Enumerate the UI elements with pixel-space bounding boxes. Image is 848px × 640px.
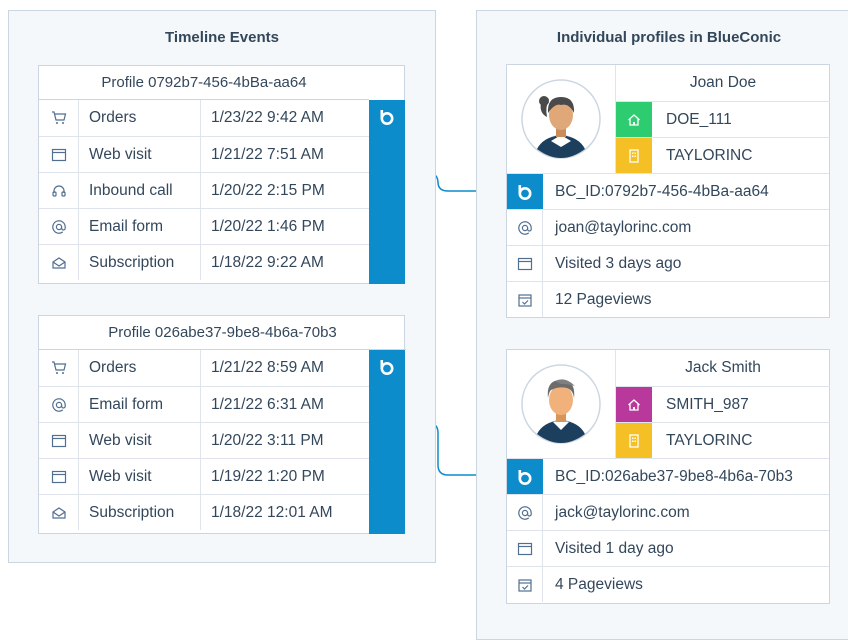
building-icon xyxy=(626,433,642,449)
event-time: 1/21/22 7:51 AM xyxy=(211,145,324,163)
event-time: 1/20/22 2:15 PM xyxy=(211,181,325,199)
individual-profile-card: Jack Smith SMITH_987 TAYLORINC BC_ID:026… xyxy=(506,349,830,604)
cart-icon xyxy=(51,360,67,376)
pageviews: 12 Pageviews xyxy=(555,290,652,308)
at-icon xyxy=(51,397,67,413)
home-icon xyxy=(626,112,642,128)
event-time: 1/20/22 1:46 PM xyxy=(211,217,325,235)
individual-profile-card: Joan Doe DOE_111 TAYLORINC BC_ID:0792b7-… xyxy=(506,64,830,318)
blueconic-logo-icon xyxy=(378,358,396,376)
event-label: Email form xyxy=(79,387,201,422)
email: jack@taylorinc.com xyxy=(555,503,690,521)
event-label: Web visit xyxy=(79,137,201,172)
headset-icon xyxy=(51,183,67,199)
bc-id: BC_ID:0792b7-456-4bBa-aa64 xyxy=(555,182,769,200)
event-row: Web visit 1/20/22 3:11 PM xyxy=(39,422,369,458)
event-row: Subscription 1/18/22 9:22 AM xyxy=(39,244,369,280)
event-label: Orders xyxy=(79,350,201,386)
event-label: Inbound call xyxy=(79,173,201,208)
profile-attribute: TAYLORINC xyxy=(616,422,830,459)
event-time: 1/20/22 3:11 PM xyxy=(211,431,324,449)
browser-icon xyxy=(51,433,67,449)
profile-row: joan@taylorinc.com xyxy=(507,209,829,245)
event-row: Subscription 1/18/22 12:01 AM xyxy=(39,494,369,530)
event-row: Email form 1/21/22 6:31 AM xyxy=(39,386,369,422)
profile-name: Joan Doe xyxy=(689,74,757,91)
profile-attribute: TAYLORINC xyxy=(616,137,830,174)
event-label: Email form xyxy=(79,209,201,244)
last-visit: Visited 3 days ago xyxy=(555,254,682,272)
at-icon xyxy=(51,219,67,235)
profile-row: 12 Pageviews xyxy=(507,281,829,317)
timeline-profile-card: Profile 0792b7-456-4bBa-aa64 Orders 1/23… xyxy=(38,65,405,284)
event-row: Orders 1/23/22 9:42 AM xyxy=(39,100,369,136)
event-label: Web visit xyxy=(79,423,201,458)
event-row: Orders 1/21/22 8:59 AM xyxy=(39,350,369,386)
event-time: 1/21/22 8:59 AM xyxy=(211,359,324,376)
home-icon xyxy=(626,397,642,413)
event-label: Subscription xyxy=(79,495,201,530)
attribute-value: TAYLORINC xyxy=(666,431,753,449)
bc-id: BC_ID:026abe37-9be8-4b6a-70b3 xyxy=(555,467,793,485)
profile-row: jack@taylorinc.com xyxy=(507,494,829,530)
event-row: Email form 1/20/22 1:46 PM xyxy=(39,208,369,244)
envelope-icon xyxy=(51,505,67,521)
attribute-value: DOE_111 xyxy=(666,110,732,128)
calendar-check-icon xyxy=(517,292,533,308)
browser-icon xyxy=(51,469,67,485)
blueconic-bar xyxy=(369,350,405,534)
timeline-profile-header: Profile 0792b7-456-4bBa-aa64 xyxy=(39,66,369,100)
bc-id-row: BC_ID:026abe37-9be8-4b6a-70b3 xyxy=(507,458,829,494)
building-icon xyxy=(626,148,642,164)
panel-title: Individual profiles in BlueConic xyxy=(556,29,782,46)
event-time: 1/19/22 1:20 PM xyxy=(211,467,325,485)
timeline-profile-card: Profile 026abe37-9be8-4b6a-70b3 Orders 1… xyxy=(38,315,406,534)
event-row: Inbound call 1/20/22 2:15 PM xyxy=(39,172,369,208)
blueconic-logo-icon xyxy=(516,468,534,486)
attribute-value: TAYLORINC xyxy=(666,146,753,164)
avatar xyxy=(507,65,616,173)
last-visit: Visited 1 day ago xyxy=(555,539,674,557)
event-time: 1/18/22 9:22 AM xyxy=(211,253,324,271)
event-time: 1/23/22 9:42 AM xyxy=(211,109,324,126)
event-label: Web visit xyxy=(79,459,201,494)
blueconic-bar xyxy=(369,100,405,284)
at-icon xyxy=(517,505,533,521)
envelope-icon xyxy=(51,255,67,271)
cart-icon xyxy=(51,110,67,126)
profile-row: 4 Pageviews xyxy=(507,566,829,602)
timeline-profile-header: Profile 026abe37-9be8-4b6a-70b3 xyxy=(39,316,406,350)
pageviews: 4 Pageviews xyxy=(555,575,643,593)
calendar-check-icon xyxy=(517,577,533,593)
blueconic-logo-icon xyxy=(378,108,396,126)
browser-icon xyxy=(517,541,533,557)
profile-name: Jack Smith xyxy=(685,359,761,376)
event-label: Orders xyxy=(79,100,201,136)
bc-id-row: BC_ID:0792b7-456-4bBa-aa64 xyxy=(507,173,829,209)
profile-attribute: DOE_111 xyxy=(616,101,830,138)
event-time: 1/21/22 6:31 AM xyxy=(211,395,324,413)
profile-attribute: SMITH_987 xyxy=(616,386,830,423)
avatar xyxy=(507,350,616,458)
event-label: Subscription xyxy=(79,245,201,280)
profile-row: Visited 1 day ago xyxy=(507,530,829,566)
at-icon xyxy=(517,220,533,236)
panel-title: Timeline Events xyxy=(165,29,279,46)
profile-row: Visited 3 days ago xyxy=(507,245,829,281)
email: joan@taylorinc.com xyxy=(555,218,692,236)
blueconic-logo-icon xyxy=(516,183,534,201)
event-time: 1/18/22 12:01 AM xyxy=(211,503,333,521)
browser-icon xyxy=(517,256,533,272)
event-row: Web visit 1/19/22 1:20 PM xyxy=(39,458,369,494)
event-row: Web visit 1/21/22 7:51 AM xyxy=(39,136,369,172)
attribute-value: SMITH_987 xyxy=(666,395,749,413)
browser-icon xyxy=(51,147,67,163)
